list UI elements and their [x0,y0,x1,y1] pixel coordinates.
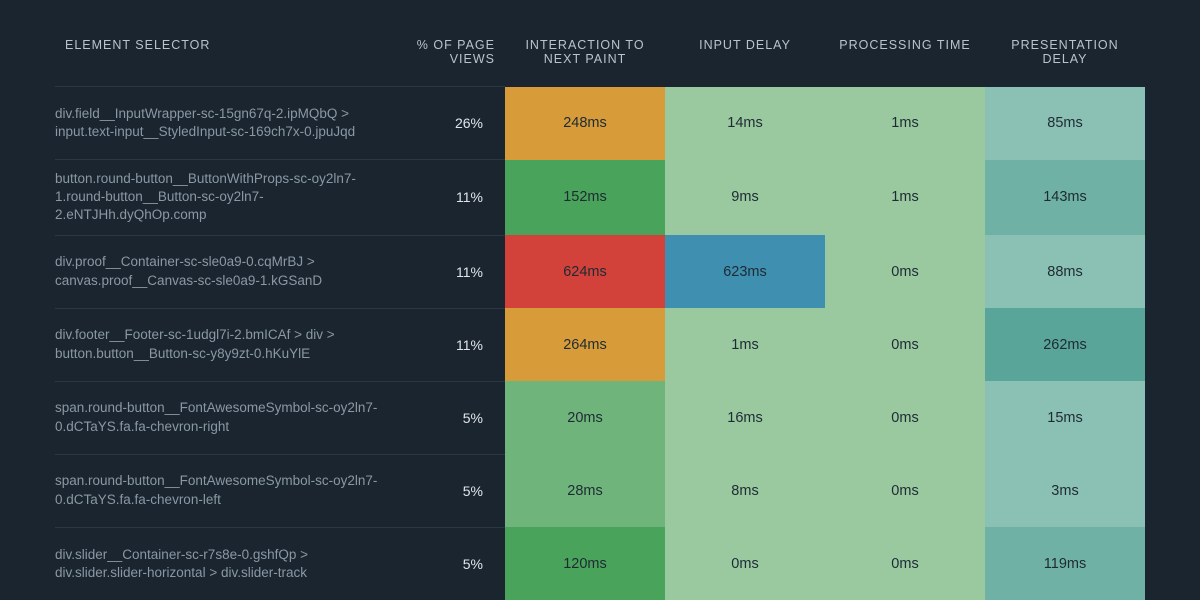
cell-inp: 120ms [505,527,665,600]
cell-input-delay-value: 14ms [665,87,825,160]
cell-presentation: 15ms [985,381,1145,454]
cell-inp: 20ms [505,381,665,454]
table-row[interactable]: div.footer__Footer-sc-1udgl7i-2.bmICAf >… [55,308,1145,381]
cell-inp-value: 248ms [505,87,665,160]
cell-input-delay: 16ms [665,381,825,454]
cell-page-views: 11% [395,308,505,381]
cell-presentation: 85ms [985,87,1145,160]
cell-processing-value: 0ms [825,381,985,454]
cell-page-views: 11% [395,235,505,308]
cell-processing: 0ms [825,235,985,308]
table-header-row: ELEMENT SELECTOR % OF PAGE VIEWS INTERAC… [55,30,1145,87]
cell-processing: 0ms [825,308,985,381]
cell-presentation-value: 15ms [985,381,1145,454]
cell-page-views: 5% [395,527,505,600]
cell-input-delay: 14ms [665,87,825,160]
cell-processing-value: 0ms [825,235,985,308]
cell-processing: 0ms [825,527,985,600]
cell-input-delay-value: 16ms [665,381,825,454]
cell-processing: 0ms [825,381,985,454]
cell-page-views: 26% [395,87,505,160]
col-header-page-views[interactable]: % OF PAGE VIEWS [395,30,505,87]
cell-selector: button.round-button__ButtonWithProps-sc-… [55,160,395,236]
cell-input-delay-value: 1ms [665,308,825,381]
cell-page-views: 5% [395,454,505,527]
cell-input-delay: 8ms [665,454,825,527]
cell-presentation-value: 3ms [985,454,1145,527]
cell-input-delay-value: 0ms [665,527,825,600]
cell-presentation: 143ms [985,160,1145,236]
cell-processing: 0ms [825,454,985,527]
cell-processing-value: 0ms [825,308,985,381]
cell-inp-value: 20ms [505,381,665,454]
cell-processing-value: 0ms [825,454,985,527]
cell-inp-value: 264ms [505,308,665,381]
cell-presentation-value: 88ms [985,235,1145,308]
table-row[interactable]: span.round-button__FontAwesomeSymbol-sc-… [55,381,1145,454]
cell-page-views: 11% [395,160,505,236]
cell-selector: div.field__InputWrapper-sc-15gn67q-2.ipM… [55,87,395,160]
col-header-input-delay[interactable]: INPUT DELAY [665,30,825,87]
table-row[interactable]: div.field__InputWrapper-sc-15gn67q-2.ipM… [55,87,1145,160]
cell-selector: span.round-button__FontAwesomeSymbol-sc-… [55,454,395,527]
cell-presentation: 262ms [985,308,1145,381]
cell-inp: 152ms [505,160,665,236]
cell-inp-value: 120ms [505,527,665,600]
cell-input-delay: 0ms [665,527,825,600]
cell-presentation-value: 143ms [985,160,1145,236]
cell-selector: div.footer__Footer-sc-1udgl7i-2.bmICAf >… [55,308,395,381]
cell-input-delay-value: 8ms [665,454,825,527]
cell-presentation: 3ms [985,454,1145,527]
cell-presentation: 119ms [985,527,1145,600]
cell-selector: div.slider__Container-sc-r7s8e-0.gshfQp … [55,527,395,600]
col-header-presentation[interactable]: PRESENTATION DELAY [985,30,1145,87]
cell-processing-value: 1ms [825,87,985,160]
cell-inp-value: 624ms [505,235,665,308]
cell-inp-value: 152ms [505,160,665,236]
col-header-inp[interactable]: INTERACTION TO NEXT PAINT [505,30,665,87]
cell-page-views: 5% [395,381,505,454]
table-row[interactable]: div.slider__Container-sc-r7s8e-0.gshfQp … [55,527,1145,600]
cell-inp: 248ms [505,87,665,160]
cell-inp: 28ms [505,454,665,527]
cell-presentation-value: 119ms [985,527,1145,600]
cell-processing: 1ms [825,87,985,160]
cell-inp: 624ms [505,235,665,308]
cell-processing-value: 1ms [825,160,985,236]
cell-presentation-value: 262ms [985,308,1145,381]
cell-input-delay: 623ms [665,235,825,308]
cell-processing: 1ms [825,160,985,236]
table-row[interactable]: div.proof__Container-sc-sle0a9-0.cqMrBJ … [55,235,1145,308]
cell-processing-value: 0ms [825,527,985,600]
cell-inp-value: 28ms [505,454,665,527]
cell-input-delay-value: 9ms [665,160,825,236]
table-row[interactable]: span.round-button__FontAwesomeSymbol-sc-… [55,454,1145,527]
cell-presentation: 88ms [985,235,1145,308]
inp-attribution-table: ELEMENT SELECTOR % OF PAGE VIEWS INTERAC… [55,30,1145,600]
cell-selector: span.round-button__FontAwesomeSymbol-sc-… [55,381,395,454]
cell-selector: div.proof__Container-sc-sle0a9-0.cqMrBJ … [55,235,395,308]
cell-input-delay: 1ms [665,308,825,381]
col-header-processing[interactable]: PROCESSING TIME [825,30,985,87]
cell-presentation-value: 85ms [985,87,1145,160]
cell-input-delay-value: 623ms [665,235,825,308]
cell-input-delay: 9ms [665,160,825,236]
cell-inp: 264ms [505,308,665,381]
col-header-selector[interactable]: ELEMENT SELECTOR [55,30,395,87]
table-row[interactable]: button.round-button__ButtonWithProps-sc-… [55,160,1145,236]
